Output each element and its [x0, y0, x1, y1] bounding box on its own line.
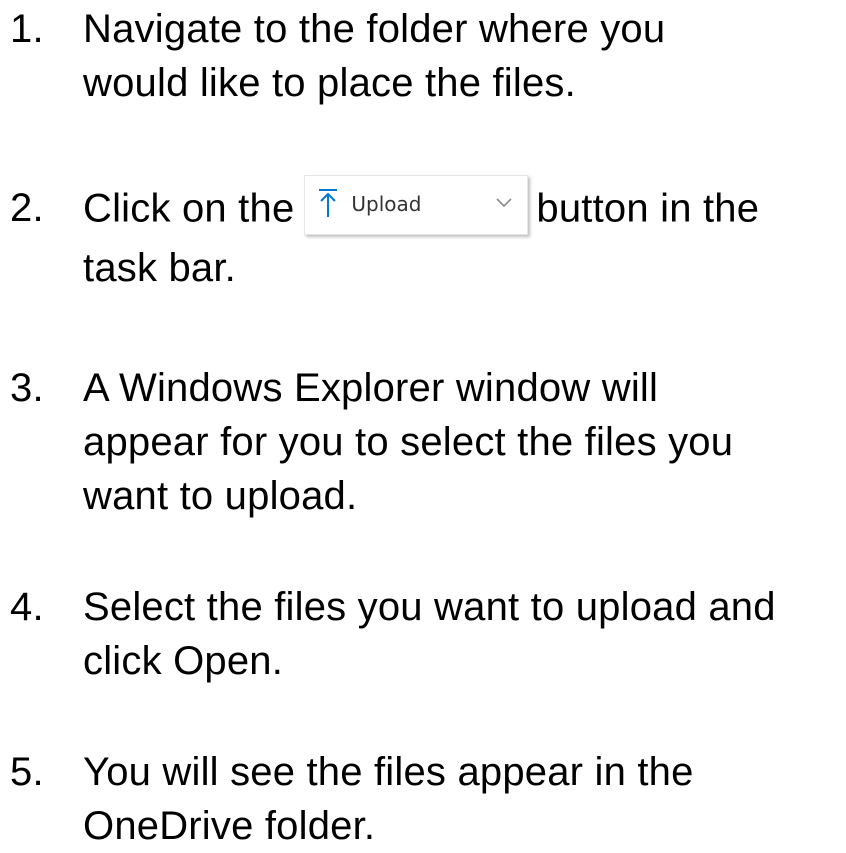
step-text-line: want to upload.	[83, 474, 358, 518]
step-text-line: would like to place the files.	[83, 61, 576, 105]
step-text-line: task bar.	[83, 246, 236, 290]
step-text-after: button in the	[536, 186, 760, 231]
step-text-line: OneDrive folder.	[83, 804, 376, 848]
step-number: 5.	[10, 750, 44, 794]
step-text-line: Click on the Upload button in the	[83, 175, 846, 241]
step-text: You will see the files appear in the One…	[83, 745, 846, 853]
step-text-line: Navigate to the folder where you	[83, 7, 666, 51]
upload-button: Upload	[304, 175, 529, 235]
step-text: Select the files you want to upload and …	[83, 580, 846, 688]
step-text: Click on the Upload button in the task bar…	[83, 175, 846, 295]
upload-arrow-icon	[319, 189, 338, 217]
step-text-before: Click on the	[83, 186, 295, 231]
step-text: Navigate to the folder where you would l…	[83, 2, 846, 110]
step-text: A Windows Explorer window will appear fo…	[83, 361, 846, 523]
step-text-line: Select the files you want to upload and	[83, 585, 776, 629]
step-text-line: appear for you to select the files you	[83, 420, 734, 464]
step-number: 4.	[10, 585, 44, 629]
chevron-down-icon	[496, 198, 512, 208]
upload-button-label: Upload	[351, 192, 422, 216]
step-number: 2.	[10, 186, 44, 230]
instruction-steps: 1. Navigate to the folder where you woul…	[0, 0, 846, 851]
step-number: 1.	[10, 7, 44, 51]
step-text-line: You will see the files appear in the	[83, 750, 694, 794]
step-number: 3.	[10, 366, 44, 410]
step-text-line: A Windows Explorer window will	[83, 366, 659, 410]
step-text-line: click Open.	[83, 639, 284, 683]
